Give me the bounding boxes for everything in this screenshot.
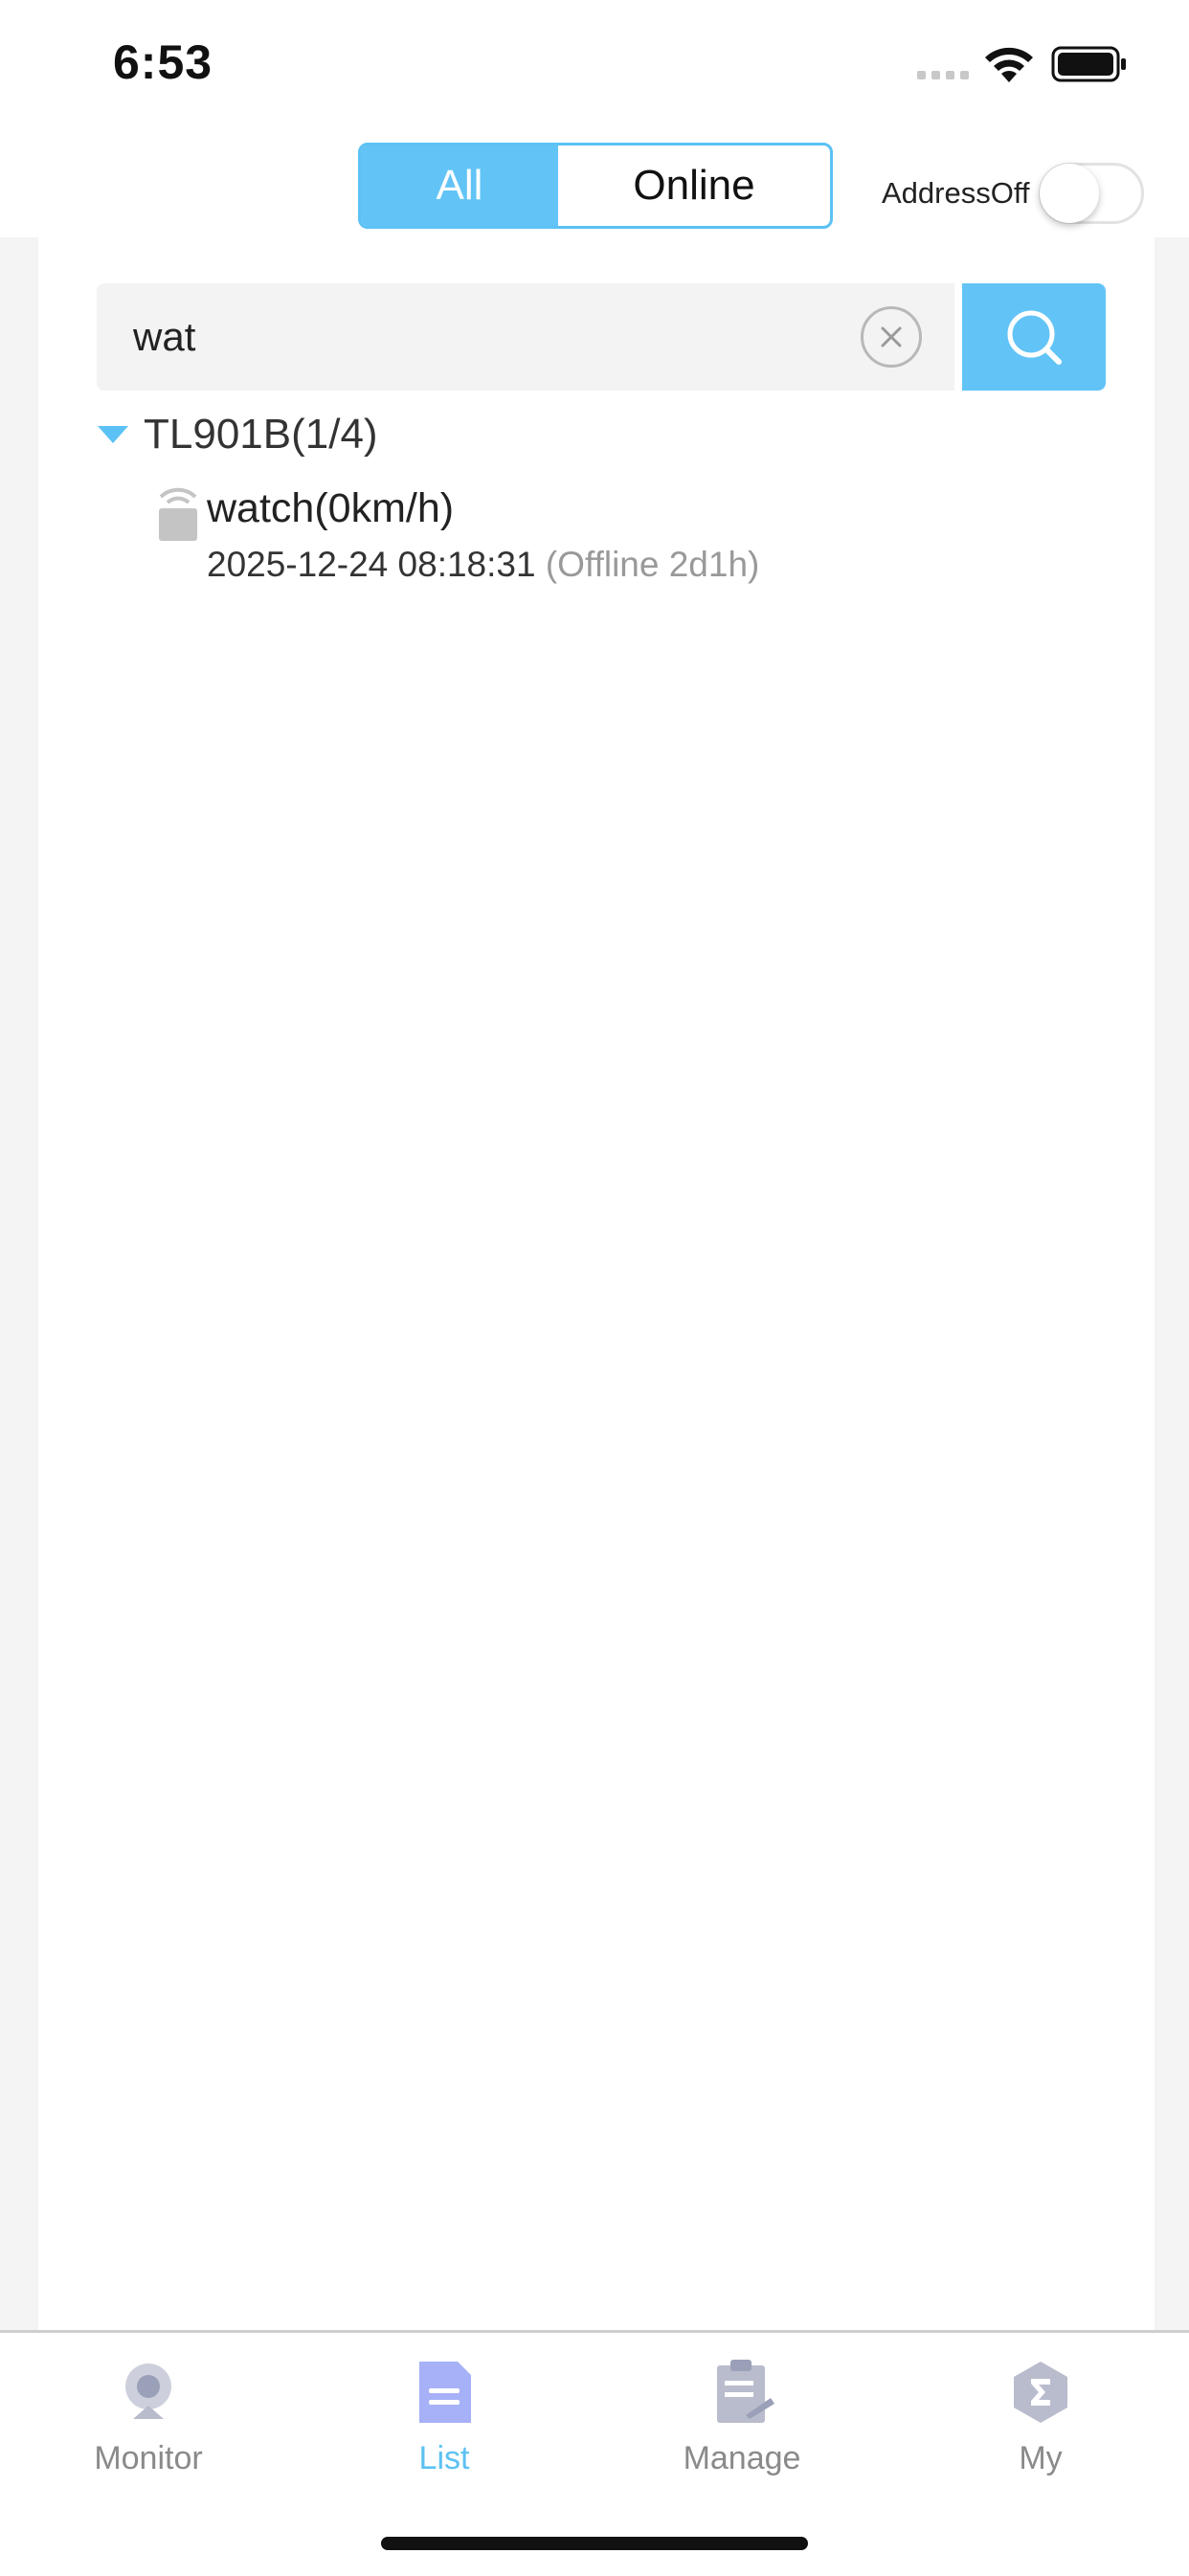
filter-segmented-control: All Online — [358, 143, 833, 229]
clear-search-button[interactable] — [861, 306, 922, 368]
tab-my[interactable]: My — [945, 2358, 1136, 2492]
caret-down-icon — [98, 426, 128, 443]
my-sigma-hexagon-icon — [1014, 2362, 1067, 2423]
home-indicator — [381, 2537, 808, 2550]
search-button[interactable] — [962, 283, 1106, 391]
wifi-icon — [985, 47, 1033, 82]
tab-monitor[interactable]: Monitor — [53, 2358, 244, 2492]
device-offline-icon — [159, 487, 197, 541]
manage-clipboard-icon — [717, 2360, 774, 2423]
battery-icon — [1051, 46, 1126, 82]
device-name: watch(0km/h) — [207, 485, 455, 531]
toggle-knob — [1040, 164, 1099, 223]
device-datetime: 2025-12-24 08:18:31 — [207, 545, 536, 584]
search-icon — [1007, 310, 1062, 365]
address-toggle-label: AddressOff — [882, 176, 1030, 210]
device-row[interactable]: watch(0km/h) 2025-12-24 08:18:31 (Offlin… — [153, 483, 1015, 589]
tab-monitor-label: Monitor — [94, 2440, 203, 2476]
cellular-signal-icon — [917, 71, 969, 79]
device-group[interactable]: TL901B(1/4) — [98, 406, 378, 463]
status-time: 6:53 — [113, 35, 213, 89]
search-bar — [97, 283, 954, 391]
search-input[interactable] — [133, 283, 861, 391]
address-toggle[interactable] — [1039, 163, 1144, 224]
tab-list-label: List — [418, 2440, 470, 2476]
device-meta: 2025-12-24 08:18:31 (Offline 2d1h) — [207, 545, 759, 585]
group-label: TL901B(1/4) — [144, 411, 378, 458]
tab-list[interactable]: List — [348, 2358, 540, 2492]
monitor-camera-icon — [125, 2363, 171, 2419]
segment-online[interactable]: Online — [558, 146, 830, 226]
tab-manage-label: Manage — [683, 2440, 801, 2476]
close-icon — [881, 326, 902, 347]
tab-my-label: My — [1019, 2440, 1063, 2476]
list-document-icon — [419, 2362, 471, 2423]
tab-manage[interactable]: Manage — [646, 2358, 838, 2492]
status-bar: 6:53 — [0, 0, 1189, 134]
segment-all[interactable]: All — [361, 146, 558, 226]
device-status: (Offline 2d1h) — [545, 545, 760, 584]
